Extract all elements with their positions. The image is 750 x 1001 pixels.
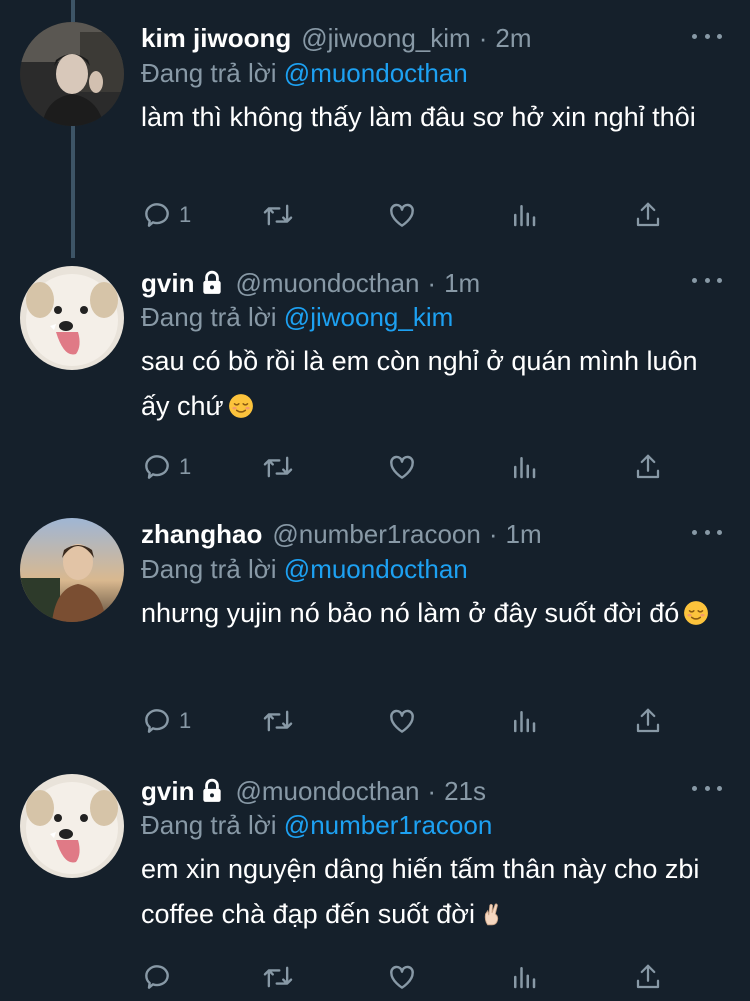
reply-mention[interactable]: @muondocthan [284,554,468,584]
separator: · [488,519,498,549]
reply-count: 1 [179,708,192,733]
display-name[interactable]: zhanghao [141,518,262,550]
reply-button[interactable] [141,960,179,994]
analytics-button[interactable] [509,960,539,994]
like-icon [390,709,414,733]
analytics-icon [514,457,536,479]
lock-icon [199,778,225,811]
handle[interactable]: @jiwoong_kim [301,22,470,54]
action-bar: 1 [141,704,661,738]
reply-prefix: Đang trả lời [141,302,277,332]
like-icon [390,203,414,227]
reply-icon [145,455,169,479]
reply-context: Đang trả lời @number1racoon [141,808,722,842]
share-button[interactable] [633,450,663,484]
analytics-icon [514,205,536,227]
tweet-text: nhưng yujin nó bảo nó làm ở đây suốt đời… [141,591,722,636]
separator: · [427,776,437,806]
more-icon[interactable] [692,522,722,542]
avatar[interactable] [20,518,124,622]
analytics-icon [514,711,536,733]
reply-context: Đang trả lời @jiwoong_kim [141,300,722,334]
retweet-icon [263,710,293,732]
retweet-icon [263,456,293,478]
more-icon[interactable] [692,270,722,290]
retweet-button[interactable] [261,704,295,738]
like-button[interactable] [385,198,419,232]
more-icon[interactable] [692,26,722,46]
display-name[interactable]: gvin [141,267,194,299]
handle[interactable]: @number1racoon [272,518,481,550]
share-icon [636,202,660,227]
reply-button[interactable]: 1 [141,450,191,484]
avatar[interactable] [20,774,124,878]
retweet-icon [263,204,293,226]
tweet-text: em xin nguyện dâng hiến tấm thân này cho… [141,847,722,937]
retweet-icon [263,966,293,988]
reply-button[interactable]: 1 [141,704,191,738]
share-icon [636,708,660,733]
like-button[interactable] [385,704,419,738]
handle[interactable]: @muondocthan [235,267,419,299]
like-button[interactable] [385,450,419,484]
share-button[interactable] [633,960,663,994]
analytics-icon [514,967,536,989]
like-button[interactable] [385,960,419,994]
lock-icon [199,270,225,303]
retweet-button[interactable] [261,198,295,232]
share-icon [636,964,660,989]
handle[interactable]: @muondocthan [235,775,419,807]
timestamp[interactable]: 1m [444,267,480,299]
like-icon [390,965,414,989]
tweet-text-body: em xin nguyện dâng hiến tấm thân này cho… [141,854,700,929]
avatar[interactable] [20,266,124,370]
share-icon [636,454,660,479]
analytics-button[interactable] [509,704,539,738]
relieved-face-icon [228,394,253,418]
tweet-text: sau có bồ rồi là em còn nghỉ ở quán mình… [141,339,722,429]
tweet-text: làm thì không thấy làm đâu sơ hở xin ngh… [141,95,722,140]
analytics-button[interactable] [509,198,539,232]
share-button[interactable] [633,198,663,232]
separator: · [478,23,488,53]
reply-icon [145,203,169,227]
separator: · [427,268,437,298]
action-bar: 1 [141,450,661,484]
retweet-button[interactable] [261,960,295,994]
share-button[interactable] [633,704,663,738]
retweet-button[interactable] [261,450,295,484]
more-icon[interactable] [692,778,722,798]
reply-prefix: Đang trả lời [141,810,277,840]
reply-mention[interactable]: @muondocthan [284,58,468,88]
display-name[interactable]: kim jiwoong [141,22,291,54]
display-name[interactable]: gvin [141,775,194,807]
analytics-button[interactable] [509,450,539,484]
timestamp[interactable]: 21s [444,775,486,807]
reply-context: Đang trả lời @muondocthan [141,56,722,90]
tweet-text-body: nhưng yujin nó bảo nó làm ở đây suốt đời… [141,598,680,628]
reply-count: 1 [179,202,192,227]
reply-context: Đang trả lời @muondocthan [141,552,722,586]
action-bar [141,960,661,994]
reply-mention[interactable]: @number1racoon [284,810,493,840]
timestamp[interactable]: 1m [506,518,542,550]
reply-count: 1 [179,454,192,479]
reply-mention[interactable]: @jiwoong_kim [284,302,453,332]
action-bar: 1 [141,198,661,232]
reply-icon [145,709,169,733]
timestamp[interactable]: 2m [495,22,531,54]
crossed-fingers-icon [484,903,499,926]
avatar[interactable] [20,22,124,126]
reply-icon [145,965,169,989]
relieved-face-icon [684,601,709,625]
reply-button[interactable]: 1 [141,198,191,232]
reply-prefix: Đang trả lời [141,554,277,584]
reply-prefix: Đang trả lời [141,58,277,88]
tweet-text-body: làm thì không thấy làm đâu sơ hở xin ngh… [141,102,696,132]
like-icon [390,455,414,479]
tweet-text-body: sau có bồ rồi là em còn nghỉ ở quán mình… [141,346,698,421]
